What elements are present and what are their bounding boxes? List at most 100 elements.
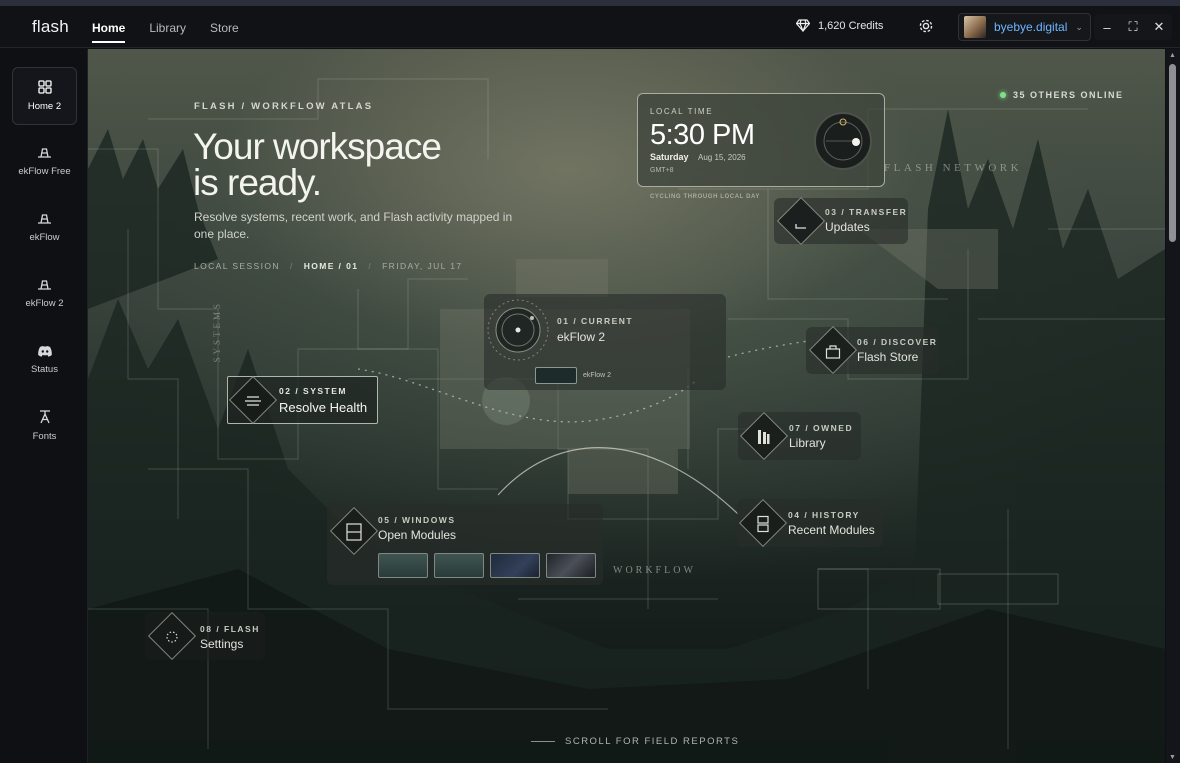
vertical-scrollbar[interactable]: ▲ ▼ (1166, 49, 1180, 763)
bag-icon (818, 336, 848, 366)
module-kicker: 07 / OWNED (789, 423, 854, 433)
flash-network-label: FLASH NETWORK (884, 162, 1023, 174)
module-thumbnail[interactable] (490, 553, 540, 578)
module-settings[interactable]: 08 / FLASH Settings (145, 611, 265, 661)
tab-home[interactable]: Home (92, 6, 126, 48)
module-title: ekFlow 2 (557, 330, 606, 344)
module-resolve-health[interactable]: 02 / SYSTEM Resolve Health (227, 375, 378, 425)
crumb-home: HOME / 01 (303, 261, 359, 271)
module-thumbnail[interactable] (434, 553, 484, 578)
current-module-thumbnail[interactable] (535, 367, 577, 384)
maximize-button[interactable]: ⛶ (1120, 14, 1146, 40)
module-kicker: 04 / HISTORY (788, 510, 860, 520)
sidebar-item-label: ekFlow 2 (25, 298, 64, 309)
local-timezone: GMT+8 (650, 167, 674, 174)
scroll-up-icon[interactable]: ▲ (1169, 52, 1176, 59)
app-logo: flash (32, 17, 69, 36)
open-module-thumbnails (378, 553, 596, 578)
gear-icon[interactable] (917, 17, 935, 35)
local-day: Saturday (650, 152, 689, 162)
online-dot-icon (1000, 92, 1006, 98)
scrollbar-thumb[interactable] (1169, 64, 1176, 242)
scroll-hint[interactable]: SCROLL FOR FIELD REPORTS (531, 736, 739, 747)
sidebar-item-home-2[interactable]: Home 2 (12, 67, 77, 125)
module-updates[interactable]: 03 / TRANSFER Updates (774, 196, 908, 246)
minimize-button[interactable]: – (1094, 14, 1120, 40)
online-indicator: 35 OTHERS ONLINE (1000, 90, 1124, 100)
bars-icon (238, 386, 268, 416)
module-library[interactable]: 07 / OWNED Library (738, 411, 861, 461)
sidebar-item-label: Home 2 (27, 101, 62, 112)
module-title: Resolve Health (279, 400, 368, 415)
sidebar-item-fonts[interactable]: Fonts (12, 397, 77, 455)
module-title: Flash Store (857, 350, 919, 364)
module-kicker: 06 / DISCOVER (857, 337, 938, 347)
top-nav: Home Library Store (92, 6, 263, 48)
sidebar-item-ekflow-free[interactable]: ekFlow Free (12, 133, 77, 191)
diamond-icon (796, 19, 810, 32)
download-icon (786, 207, 816, 237)
module-open-modules[interactable]: 05 / WINDOWS Open Modules (327, 504, 603, 585)
sidebar-item-ekflow-2[interactable]: ekFlow 2 (12, 265, 77, 323)
orbit-icon (486, 298, 550, 362)
font-icon (39, 410, 50, 424)
close-button[interactable]: ✕ (1146, 14, 1172, 40)
module-title: Open Modules (378, 528, 457, 542)
module-title: Settings (200, 637, 244, 651)
books-icon (749, 422, 779, 452)
sidebar-item-label: Status (31, 364, 58, 375)
local-time-card: LOCAL TIME 5:30 PM Saturday Aug 15, 2026… (637, 93, 885, 187)
tab-store[interactable]: Store (210, 6, 239, 48)
module-title: Recent Modules (788, 523, 875, 537)
discord-icon (37, 346, 52, 357)
current-thumbnail-label: ekFlow 2 (583, 372, 612, 379)
sidebar-item-status[interactable]: Status (12, 331, 77, 389)
scroll-down-icon[interactable]: ▼ (1169, 754, 1176, 761)
module-thumbnail[interactable] (546, 553, 596, 578)
online-count: 35 OTHERS ONLINE (1013, 90, 1124, 100)
module-thumbnail[interactable] (378, 553, 428, 578)
credits-display[interactable]: 1,620 Credits (796, 19, 883, 32)
local-time-value: 5:30 PM (650, 119, 755, 151)
hat-icon (38, 214, 51, 224)
breadcrumb: LOCAL SESSION / HOME / 01/FRIDAY, JUL 17 (194, 261, 463, 271)
module-kicker: 03 / TRANSFER (825, 207, 908, 217)
workflow-label: WORKFLOW (613, 565, 696, 576)
module-kicker: 08 / FLASH (200, 624, 260, 634)
credits-label: 1,620 Credits (818, 19, 884, 32)
stack-icon (748, 509, 778, 539)
sidebar-item-ekflow[interactable]: ekFlow (12, 199, 77, 257)
module-recent-modules[interactable]: 04 / HISTORY Recent Modules (737, 498, 883, 548)
grid-icon (37, 80, 52, 94)
systems-label: SYSTEMS (212, 301, 222, 363)
module-kicker: 02 / SYSTEM (279, 386, 347, 396)
local-time-label: LOCAL TIME (650, 107, 714, 116)
module-kicker: 01 / CURRENT (557, 316, 634, 326)
avatar (964, 16, 986, 38)
user-menu[interactable]: byebye.digital ⌄ (958, 13, 1091, 41)
chevron-down-icon: ⌄ (1075, 21, 1083, 32)
page-title: Your workspace is ready. (193, 126, 493, 203)
window-icon (339, 517, 369, 547)
hero-eyebrow: FLASH / WORKFLOW ATLAS (194, 101, 374, 112)
dotted-circle-icon (157, 622, 187, 652)
module-title: Updates (825, 220, 870, 234)
sidebar-item-label: ekFlow (29, 232, 60, 243)
module-current[interactable]: 01 / CURRENT ekFlow 2 ekFlow 2 (484, 294, 726, 390)
window-controls: – ⛶ ✕ (1094, 14, 1172, 40)
module-kicker: 05 / WINDOWS (378, 515, 456, 525)
hat-icon (38, 148, 51, 158)
title-bar: flash Home Library Store 1,620 Credits b… (0, 6, 1180, 48)
tab-library[interactable]: Library (149, 6, 186, 48)
page-title-line-2: is ready. (193, 162, 322, 203)
local-date: Aug 15, 2026 (698, 153, 746, 162)
module-flash-store[interactable]: 06 / DISCOVER Flash Store (806, 325, 939, 375)
page-title-line-1: Your workspace (193, 126, 442, 167)
hat-icon (38, 280, 51, 290)
crumb-session: LOCAL SESSION (194, 261, 280, 271)
sidebar-item-label: Fonts (32, 431, 57, 442)
time-caption: CYCLING THROUGH LOCAL DAY (650, 194, 761, 200)
module-title: Library (789, 436, 826, 450)
app-window: flash Home Library Store 1,620 Credits b… (0, 0, 1180, 763)
sidebar: Home 2 ekFlow Free ekFlow ekFlow 2 Statu… (0, 49, 88, 763)
